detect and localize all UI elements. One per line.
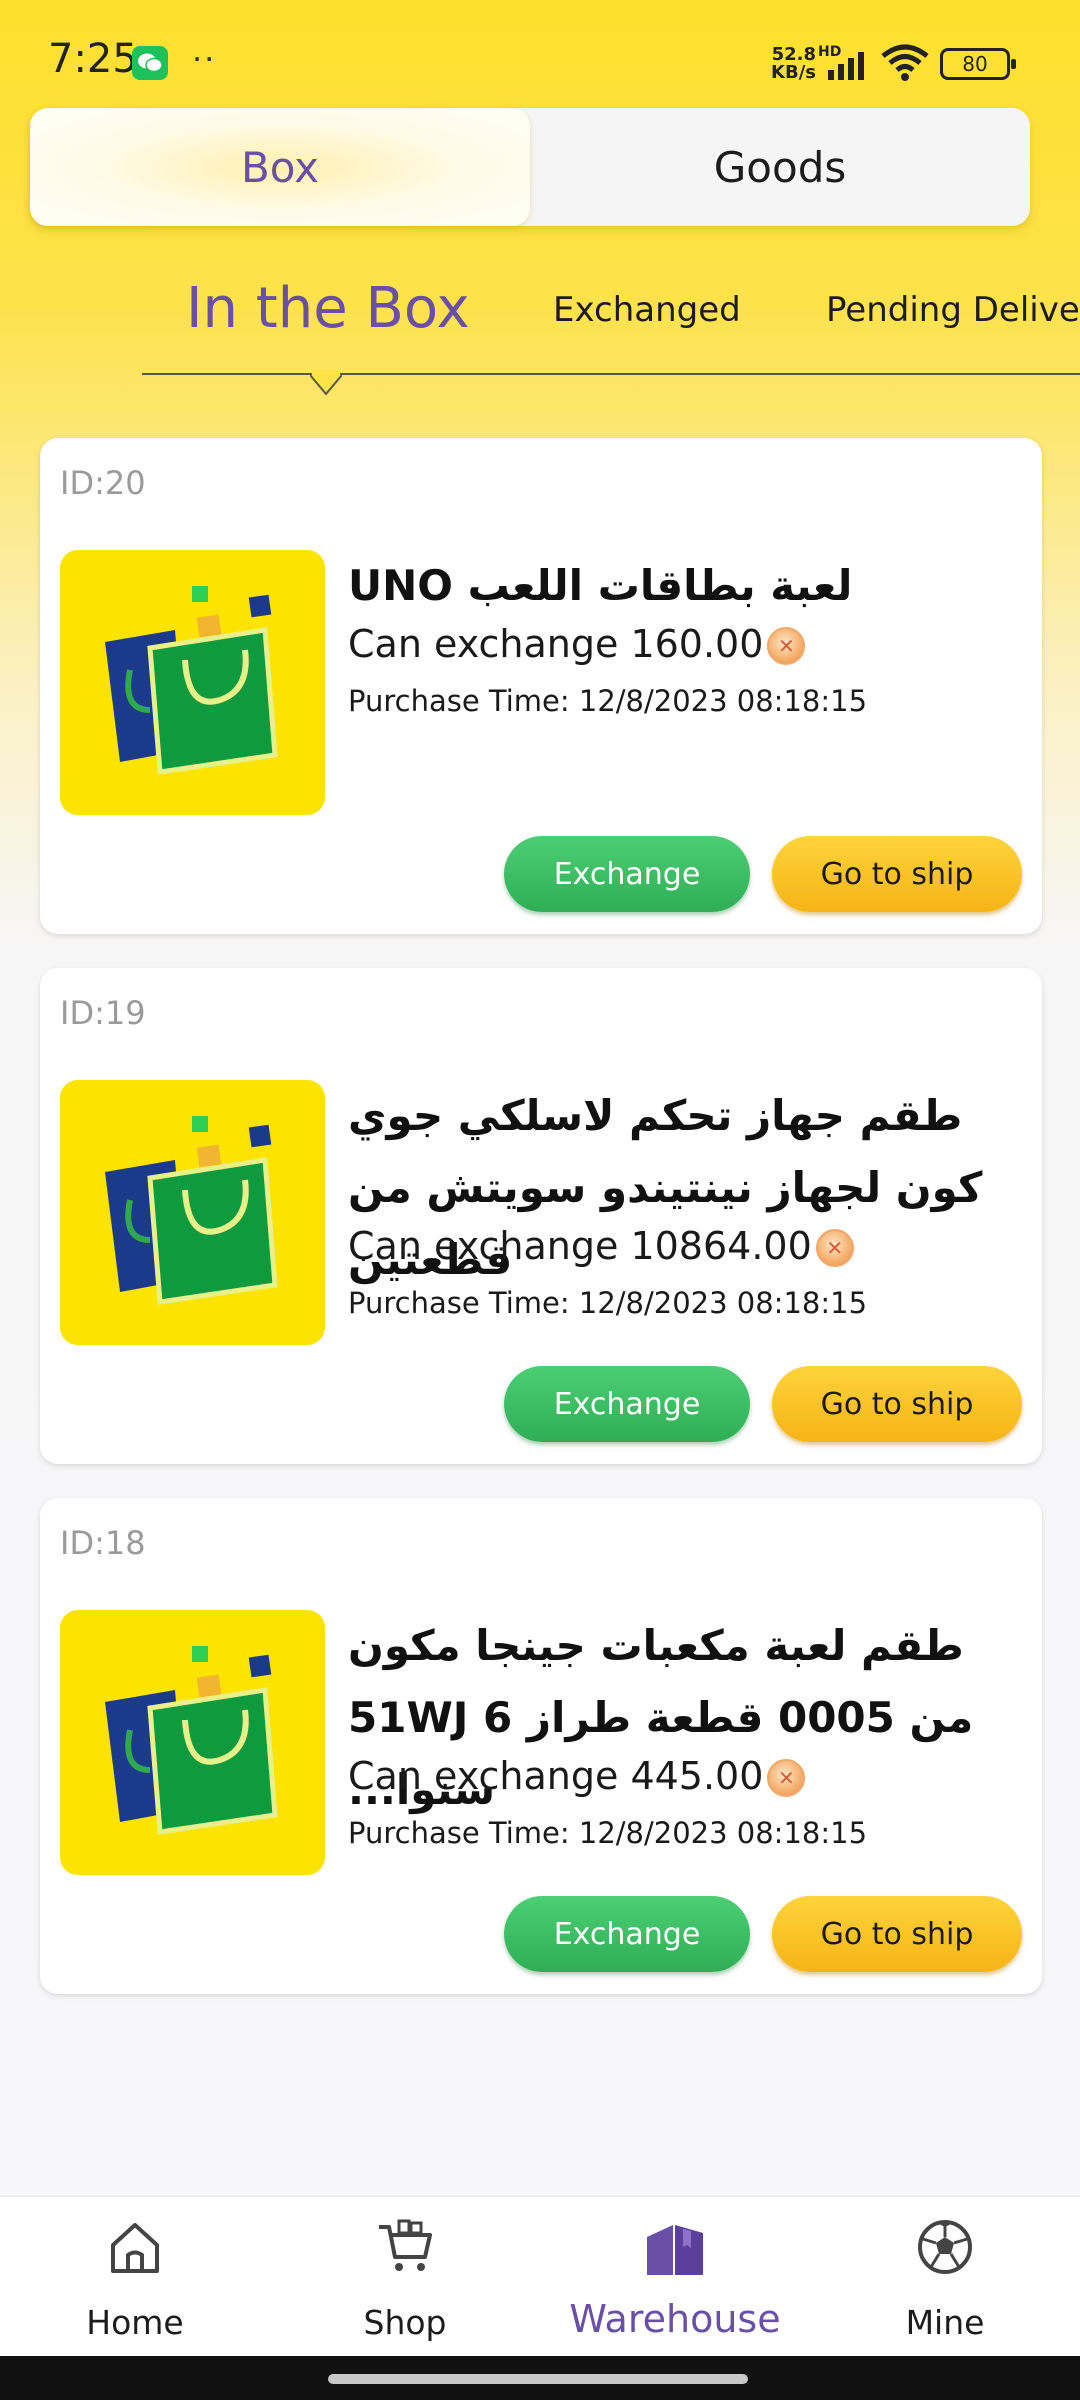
active-tab-caret-icon — [310, 370, 342, 396]
product-image[interactable] — [60, 550, 325, 815]
exchange-button[interactable]: Exchange — [504, 836, 750, 912]
exchange-value: Can exchange 160.00 — [348, 622, 806, 666]
nav-item-shop[interactable]: Shop — [270, 2197, 540, 2357]
shopping-bag-logo-icon — [60, 550, 325, 815]
coin-icon — [767, 627, 806, 665]
exchange-text: Can exchange 445.00 — [348, 1754, 764, 1798]
purchase-time: Purchase Time: 12/8/2023 08:18:15 — [348, 684, 868, 718]
warehouse-icon — [647, 2225, 703, 2275]
status-tabs: In the Box Exchanged Pending Delive — [0, 270, 1080, 350]
box-item-card: ID:19 طقم جهاز تحكم لاسلكي جوي كون لجهاز… — [40, 968, 1042, 1464]
segment-box-label: Box — [240, 142, 320, 192]
box-goods-segment: Box Goods — [30, 108, 1030, 226]
battery-level: 80 — [962, 52, 988, 76]
cart-icon — [379, 2219, 432, 2271]
purchase-time: Purchase Time: 12/8/2023 08:18:15 — [348, 1286, 868, 1320]
item-id: ID:20 — [60, 464, 146, 502]
tab-underline — [142, 373, 1080, 375]
home-indicator[interactable] — [328, 2374, 748, 2384]
exchange-button[interactable]: Exchange — [504, 1896, 750, 1972]
status-bar: 7:25 ·· 52.8 KB/s HD 80 — [0, 0, 1080, 104]
soccer-ball-icon — [918, 2220, 972, 2274]
network-speed-unit: KB/s — [771, 62, 816, 83]
battery-icon: 80 — [940, 48, 1016, 80]
wechat-icon — [132, 46, 168, 80]
go-to-ship-button[interactable]: Go to ship — [772, 1896, 1022, 1972]
exchange-button[interactable]: Exchange — [504, 1366, 750, 1442]
shopping-bag-logo-icon — [60, 1080, 325, 1345]
exchange-value: Can exchange 10864.00 — [348, 1224, 854, 1268]
segment-goods-label: Goods — [713, 142, 847, 192]
nav-item-mine[interactable]: Mine — [810, 2197, 1080, 2357]
item-id: ID:18 — [60, 1524, 146, 1562]
item-id: ID:19 — [60, 994, 146, 1032]
box-item-card: ID:20 لعبة بطاقات اللعب UNO Can exchange… — [40, 438, 1042, 934]
product-image[interactable] — [60, 1610, 325, 1875]
coin-icon — [767, 1759, 806, 1797]
product-title: لعبة بطاقات اللعب UNO — [348, 561, 853, 610]
exchange-text: Can exchange 160.00 — [348, 622, 764, 666]
purchase-time: Purchase Time: 12/8/2023 08:18:15 — [348, 1816, 868, 1850]
segment-box-tab[interactable]: Box — [30, 108, 530, 226]
exchange-value: Can exchange 445.00 — [348, 1754, 806, 1798]
box-item-card: ID:18 طقم لعبة مكعبات جينجا مكون من 0005… — [40, 1498, 1042, 1994]
status-time: 7:25 — [48, 36, 138, 82]
nav-item-home[interactable]: Home — [0, 2197, 270, 2357]
go-to-ship-button[interactable]: Go to ship — [772, 1366, 1022, 1442]
home-icon — [111, 2223, 159, 2273]
nav-item-warehouse[interactable]: Warehouse — [540, 2197, 810, 2357]
wifi-icon — [881, 44, 929, 81]
go-to-ship-button[interactable]: Go to ship — [772, 836, 1022, 912]
notification-dots: ·· — [192, 40, 217, 78]
segment-goods-tab[interactable]: Goods — [530, 108, 1030, 226]
tab-in-the-box[interactable]: In the Box — [186, 276, 470, 341]
exchange-text: Can exchange 10864.00 — [348, 1224, 812, 1268]
nav-label-home: Home — [86, 2303, 184, 2342]
bottom-navigation: Home Shop Warehouse Mine — [0, 2196, 1080, 2356]
tab-pending-delivery[interactable]: Pending Delive — [826, 290, 1080, 330]
coin-icon — [815, 1229, 854, 1267]
tab-exchanged[interactable]: Exchanged — [553, 290, 741, 330]
nav-label-warehouse: Warehouse — [569, 2297, 781, 2341]
product-image[interactable] — [60, 1080, 325, 1345]
signal-icon — [828, 52, 864, 80]
shopping-bag-logo-icon — [60, 1610, 325, 1875]
nav-label-shop: Shop — [363, 2303, 447, 2342]
nav-label-mine: Mine — [905, 2303, 985, 2342]
network-speed: 52.8 KB/s — [762, 46, 816, 82]
